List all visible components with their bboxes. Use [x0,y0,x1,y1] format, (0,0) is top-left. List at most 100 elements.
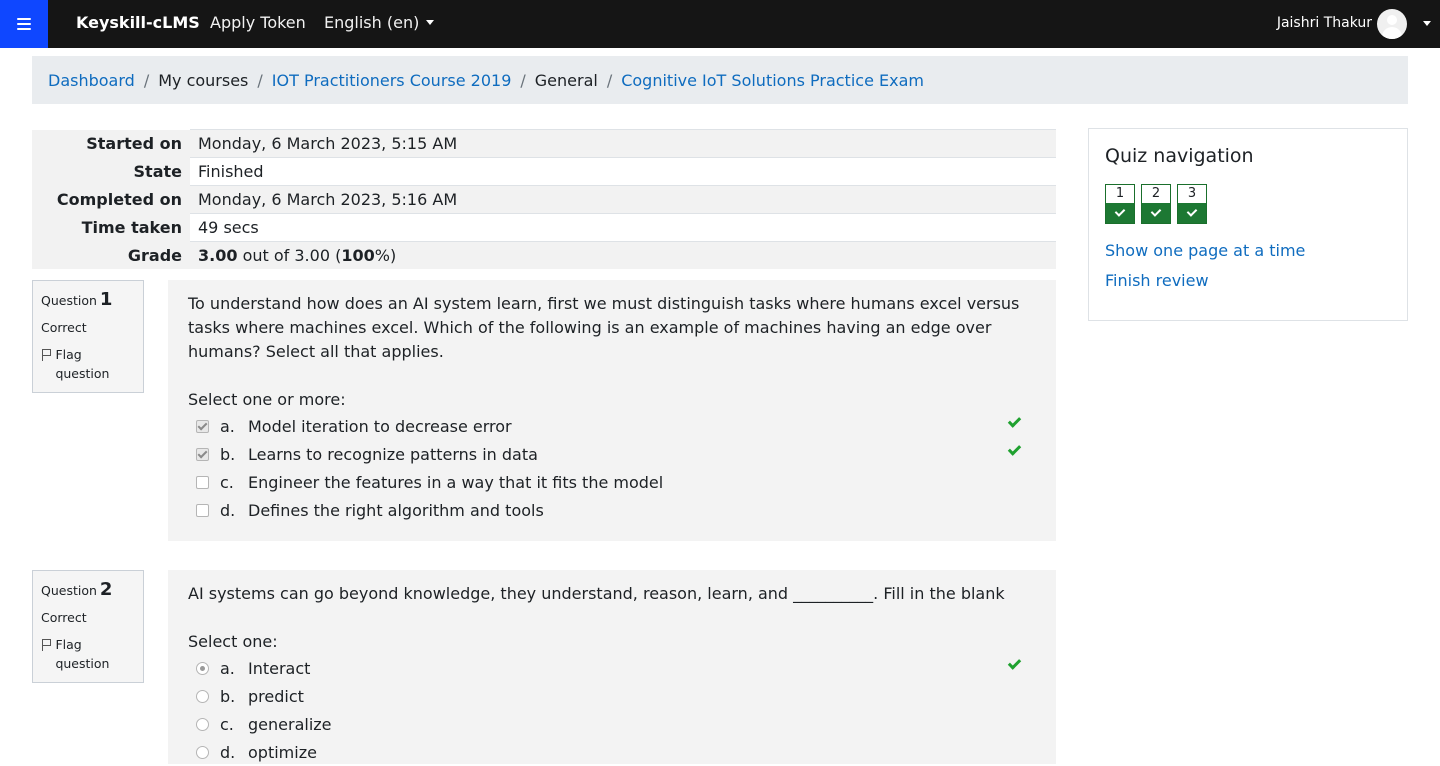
answer-checkbox[interactable] [196,475,209,489]
quiz-nav-number: 3 [1187,186,1197,201]
correct-check-icon [1106,203,1134,223]
option-letter: d. [220,742,236,762]
breadcrumb-separator: / [520,70,526,90]
quiz-nav-button-1[interactable]: 1 [1105,184,1135,224]
grade-percent: 100 [341,246,375,265]
option-text: Model iteration to decrease error [248,416,512,436]
question-label: Question [41,583,97,598]
option-letter: c. [220,714,234,734]
top-navbar: Keyskill-cLMS Apply Token English (en) J… [0,0,1440,48]
summary-row: State Finished [32,157,1056,186]
question-1-info: Question 1 Correct Flag question [32,280,144,393]
option-letter: c. [220,472,234,492]
summary-row: Completed on Monday, 6 March 2023, 5:16 … [32,185,1056,214]
answer-option: c. generalize [188,710,1036,738]
correct-check-icon [1008,660,1020,668]
quiz-nav-button-2[interactable]: 2 [1141,184,1171,224]
grade-suffix: %) [374,246,397,265]
correct-check-icon [1008,418,1020,426]
flag-label: Flag question [55,347,110,381]
correct-check-icon [1142,203,1170,223]
breadcrumb-course[interactable]: IOT Practitioners Course 2019 [272,71,512,90]
answer-radio[interactable] [196,689,209,703]
answer-checkbox[interactable] [196,503,209,517]
apply-token-link[interactable]: Apply Token [210,13,306,32]
summary-label: Started on [32,129,190,158]
summary-label: Completed on [32,185,190,214]
summary-value: Monday, 6 March 2023, 5:15 AM [190,129,1056,158]
flag-question-button[interactable]: Flag question [41,635,135,673]
option-text: Learns to recognize patterns in data [248,444,538,464]
option-text: Defines the right algorithm and tools [248,500,544,520]
option-text: Interact [248,658,311,678]
option-letter: d. [220,500,236,520]
question-text: AI systems can go beyond knowledge, they… [188,584,1005,603]
flag-question-button[interactable]: Flag question [41,345,135,383]
quiz-navigation-title: Quiz navigation [1105,145,1254,167]
breadcrumb-quiz[interactable]: Cognitive IoT Solutions Practice Exam [621,71,924,90]
breadcrumb-general: General [534,70,598,90]
question-number: 2 [99,579,113,600]
hamburger-icon [17,18,31,30]
summary-label: State [32,157,190,186]
language-menu[interactable]: English (en) [324,13,435,32]
summary-row-grade: Grade 3.00 out of 3.00 (100%) [32,241,1056,269]
option-letter: a. [220,658,235,678]
quiz-nav-button-3[interactable]: 3 [1177,184,1207,224]
answer-option: b. Learns to recognize patterns in data [188,440,1036,468]
quiz-nav-number: 1 [1115,186,1125,201]
flag-icon [41,639,52,651]
chevron-down-icon [426,20,435,25]
question-label: Question [41,293,97,308]
breadcrumb-separator: / [606,70,613,90]
drawer-toggle-button[interactable] [0,0,48,48]
user-menu-chevron-icon[interactable] [1423,21,1431,26]
answer-prompt: Select one: [188,632,278,651]
question-1-content: To understand how does an AI system lear… [168,280,1056,541]
option-text: predict [248,686,304,706]
breadcrumb-separator: / [257,70,263,90]
breadcrumb: Dashboard / My courses / IOT Practitione… [32,56,1408,104]
language-label: English (en) [324,13,420,32]
breadcrumb-my-courses: My courses [158,70,249,90]
correct-check-icon [1008,446,1020,454]
answer-radio[interactable] [196,745,209,759]
answer-option: c. Engineer the features in a way that i… [188,468,1036,496]
site-brand[interactable]: Keyskill-cLMS [76,13,200,32]
attempt-summary-table: Started on Monday, 6 March 2023, 5:15 AM… [32,129,1056,269]
grade-value: 3.00 out of 3.00 (100%) [190,241,1056,269]
question-2-info: Question 2 Correct Flag question [32,570,144,683]
grade-out-of: out of 3.00 ( [237,246,342,265]
answer-prompt: Select one or more: [188,390,346,409]
option-text: generalize [248,714,332,734]
answer-option: d. Defines the right algorithm and tools [188,496,1036,524]
answer-checkbox[interactable] [196,419,209,433]
question-state: Correct [41,320,87,335]
breadcrumb-dashboard[interactable]: Dashboard [48,71,135,90]
summary-value: Monday, 6 March 2023, 5:16 AM [190,185,1056,214]
quiz-nav-number: 2 [1151,186,1161,201]
finish-review-link[interactable]: Finish review [1105,271,1391,290]
flag-icon [41,349,52,361]
breadcrumb-separator: / [143,70,150,90]
option-letter: b. [220,686,236,706]
show-one-page-link[interactable]: Show one page at a time [1105,241,1391,260]
answer-option: a. Model iteration to decrease error [188,412,1036,440]
summary-value: Finished [190,157,1056,186]
avatar[interactable] [1377,9,1407,39]
summary-row: Started on Monday, 6 March 2023, 5:15 AM [32,129,1056,158]
flag-label: Flag question [55,637,110,671]
quiz-nav-buttons: 1 2 3 [1105,184,1391,224]
answer-radio[interactable] [196,717,209,731]
question-text: To understand how does an AI system lear… [188,294,1020,361]
summary-label: Time taken [32,213,190,242]
answer-radio[interactable] [196,661,209,675]
summary-value: 49 secs [190,213,1056,242]
option-letter: a. [220,416,235,436]
question-state: Correct [41,610,87,625]
option-letter: b. [220,444,236,464]
answer-checkbox[interactable] [196,447,209,461]
summary-row: Time taken 49 secs [32,213,1056,242]
user-name[interactable]: Jaishri Thakur [1277,15,1372,31]
answer-option: a. Interact [188,654,1036,682]
